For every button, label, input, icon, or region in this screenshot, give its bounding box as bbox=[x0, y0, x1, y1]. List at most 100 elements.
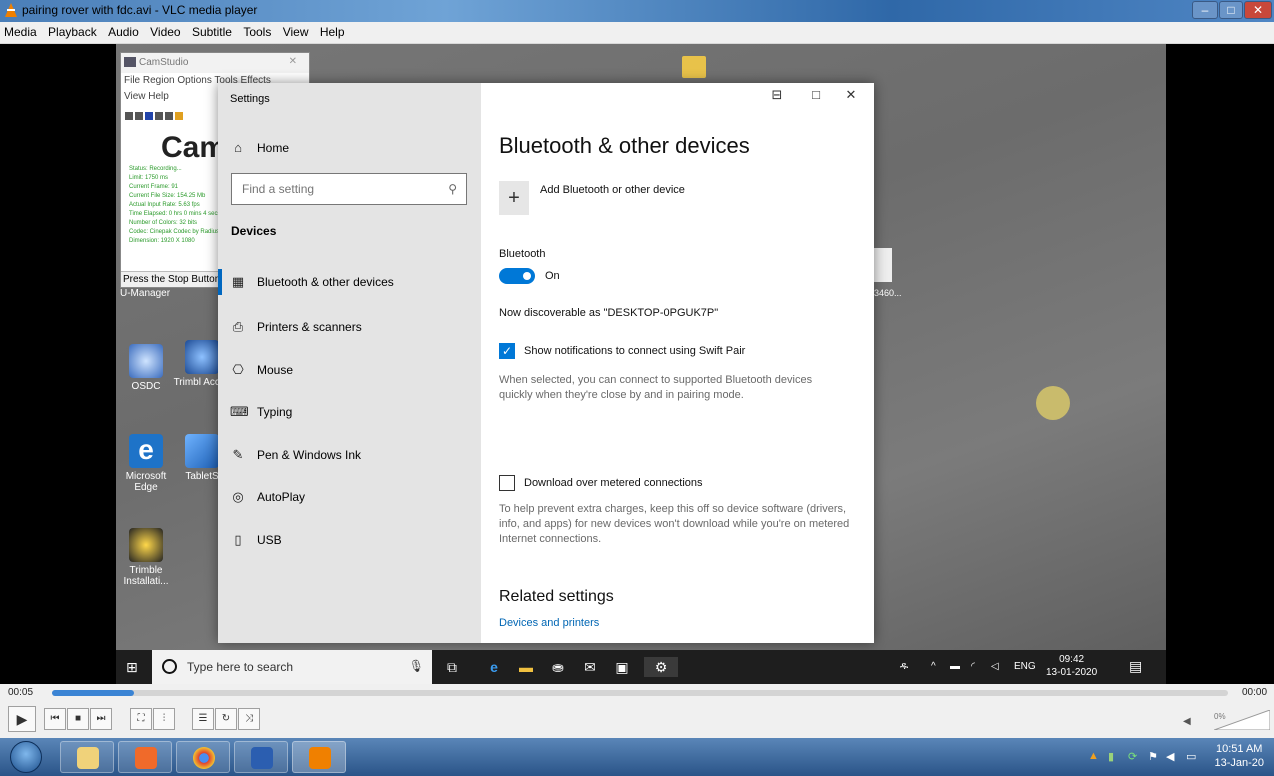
wifi-icon[interactable]: ◜ bbox=[971, 661, 975, 672]
menu-view[interactable]: View bbox=[279, 22, 313, 39]
search-input[interactable] bbox=[232, 174, 432, 204]
volume-icon[interactable]: ◁ bbox=[991, 661, 999, 672]
vlc-taskbar-button[interactable] bbox=[292, 741, 346, 773]
taskbar-search-box[interactable]: Type here to search 🎙 bbox=[152, 650, 432, 684]
discoverable-text: Now discoverable as "DESKTOP-0PGUK7P" bbox=[499, 307, 719, 319]
next-button[interactable]: ⏭ bbox=[90, 708, 112, 730]
menu-audio[interactable]: Audio bbox=[104, 22, 143, 39]
total-time: 00:00 bbox=[1242, 687, 1268, 698]
loop-button[interactable]: ↻ bbox=[215, 708, 237, 730]
swift-pair-checkbox[interactable]: ✓ bbox=[499, 343, 515, 359]
close-button[interactable]: ✕ bbox=[1244, 1, 1272, 19]
nav-pen[interactable]: ✎ Pen & Windows Ink bbox=[230, 447, 362, 463]
edge-taskbar-icon[interactable]: e bbox=[484, 657, 504, 677]
sync-tray-icon[interactable]: ⟳ bbox=[1128, 750, 1137, 763]
win7-start-orb-icon[interactable] bbox=[10, 741, 42, 773]
mouse-icon: ⎔ bbox=[232, 362, 244, 377]
extended-settings-button[interactable]: ⫶ bbox=[153, 708, 175, 730]
menu-help[interactable]: Help bbox=[316, 22, 349, 39]
win7-clock[interactable]: 10:51 AM 13-Jan-20 bbox=[1214, 742, 1264, 770]
swift-pair-label[interactable]: Show notifications to connect using Swif… bbox=[524, 345, 745, 357]
folder-icon bbox=[682, 56, 706, 78]
fullscreen-button[interactable]: ⛶ bbox=[130, 708, 152, 730]
microphone-icon[interactable]: 🎙 bbox=[409, 659, 424, 673]
win10-clock[interactable]: 09:42 13-01-2020 bbox=[1046, 653, 1097, 679]
camstudio-title: CamStudio bbox=[139, 57, 189, 68]
search-icon[interactable]: ⚲ bbox=[448, 182, 457, 196]
previous-button[interactable]: ⏮ bbox=[44, 708, 66, 730]
related-settings-heading: Related settings bbox=[499, 588, 614, 605]
task-view-icon[interactable]: ⧉ bbox=[442, 657, 462, 677]
settings-nav-pane: Settings ⌂ Home ⚲ Devices ▦ Bluetooth & … bbox=[218, 83, 481, 643]
settings-search[interactable]: ⚲ bbox=[231, 173, 467, 205]
cursor-highlight bbox=[1036, 386, 1070, 420]
explorer-taskbar-button[interactable] bbox=[60, 741, 114, 773]
chrome-taskbar-button[interactable] bbox=[176, 741, 230, 773]
nav-typing[interactable]: ⌨ Typing bbox=[230, 404, 292, 420]
pen-icon: ✎ bbox=[232, 447, 244, 462]
desktop-icon-osdc[interactable]: OSDC bbox=[116, 344, 176, 392]
menu-playback[interactable]: Playback bbox=[44, 22, 101, 39]
speaker-icon[interactable]: ◀ bbox=[1183, 716, 1191, 727]
nav-mouse[interactable]: ⎔ Mouse bbox=[230, 362, 293, 378]
nav-printers[interactable]: ⎙ Printers & scanners bbox=[230, 319, 362, 335]
vlc-title-bar[interactable]: pairing rover with fdc.avi - VLC media p… bbox=[0, 0, 1274, 22]
windows-start-icon[interactable]: ⊞ bbox=[126, 659, 138, 676]
nav-usb[interactable]: ▯ USB bbox=[230, 532, 281, 548]
add-device-button[interactable]: Add Bluetooth or other device bbox=[540, 184, 685, 196]
settings-window[interactable]: Settings ⌂ Home ⚲ Devices ▦ Bluetooth & … bbox=[218, 83, 874, 643]
compact-overlay-icon[interactable]: ⊟ bbox=[767, 87, 787, 103]
media-player-taskbar-button[interactable] bbox=[118, 741, 172, 773]
globe-icon bbox=[185, 340, 219, 374]
battery-icon[interactable]: ▬ bbox=[950, 661, 960, 672]
play-button[interactable]: ▶ bbox=[8, 706, 36, 732]
display-tray-icon[interactable]: ▭ bbox=[1186, 750, 1196, 763]
desktop-icon-edge[interactable]: e Microsoft Edge bbox=[116, 434, 176, 493]
shuffle-button[interactable]: ⤨ bbox=[238, 708, 260, 730]
network-tray-icon[interactable]: ▮ bbox=[1108, 750, 1114, 763]
store-icon[interactable]: ⛂ bbox=[548, 657, 568, 677]
metered-label[interactable]: Download over metered connections bbox=[524, 477, 703, 489]
minimize-button[interactable]: – bbox=[1192, 1, 1218, 19]
bluetooth-toggle[interactable] bbox=[499, 268, 535, 284]
settings-gear-icon[interactable]: ⚙ bbox=[644, 657, 678, 677]
menu-subtitle[interactable]: Subtitle bbox=[188, 22, 236, 39]
nav-bluetooth[interactable]: ▦ Bluetooth & other devices bbox=[218, 269, 394, 295]
file-explorer-icon[interactable]: ▬ bbox=[516, 657, 536, 677]
menu-video[interactable]: Video bbox=[146, 22, 184, 39]
action-flag-icon[interactable]: ⚑ bbox=[1148, 750, 1158, 763]
people-icon[interactable]: ዱ bbox=[900, 661, 908, 672]
maximize-icon[interactable]: □ bbox=[806, 87, 826, 102]
language-indicator[interactable]: ENG bbox=[1014, 661, 1036, 672]
camstudio-close-icon[interactable]: ✕ bbox=[289, 56, 297, 67]
menu-tools[interactable]: Tools bbox=[239, 22, 275, 39]
desktop-icon-manager-label[interactable]: U-Manager bbox=[120, 288, 170, 299]
camstudio-taskbar-icon[interactable]: ▣ bbox=[612, 657, 632, 677]
speaker-muted-icon[interactable]: ◀ bbox=[1166, 750, 1174, 763]
action-center-icon[interactable]: ▤ bbox=[1129, 658, 1142, 675]
playlist-button[interactable]: ☰ bbox=[192, 708, 214, 730]
camstudio-title-bar[interactable]: CamStudio ✕ bbox=[121, 53, 309, 73]
devices-printers-link[interactable]: Devices and printers bbox=[499, 617, 599, 629]
camstudio-icon bbox=[124, 57, 136, 67]
nav-home[interactable]: ⌂ Home bbox=[230, 140, 289, 155]
close-icon[interactable]: ✕ bbox=[841, 87, 861, 103]
maximize-button[interactable]: □ bbox=[1219, 1, 1243, 19]
usb-icon: ▯ bbox=[234, 532, 242, 547]
printer-icon: ⎙ bbox=[232, 319, 244, 334]
mail-icon[interactable]: ✉ bbox=[580, 657, 600, 677]
menu-media[interactable]: Media bbox=[0, 22, 41, 39]
nav-autoplay[interactable]: ◎ AutoPlay bbox=[230, 489, 305, 505]
elapsed-time: 00:05 bbox=[8, 687, 34, 698]
chevron-up-icon[interactable]: ^ bbox=[931, 661, 936, 672]
vlc-tray-icon[interactable]: ▲ bbox=[1088, 750, 1099, 762]
word-taskbar-button[interactable] bbox=[234, 741, 288, 773]
seek-bar[interactable] bbox=[52, 690, 1228, 696]
metered-checkbox[interactable] bbox=[499, 475, 515, 491]
word-icon bbox=[251, 747, 273, 769]
stop-button[interactable]: ■ bbox=[67, 708, 89, 730]
file-icon bbox=[874, 248, 892, 282]
tablet-sync-icon bbox=[185, 434, 219, 468]
desktop-icon-trimble-installation[interactable]: Trimble Installati... bbox=[116, 528, 176, 587]
add-device-plus-icon[interactable]: + bbox=[499, 181, 529, 215]
